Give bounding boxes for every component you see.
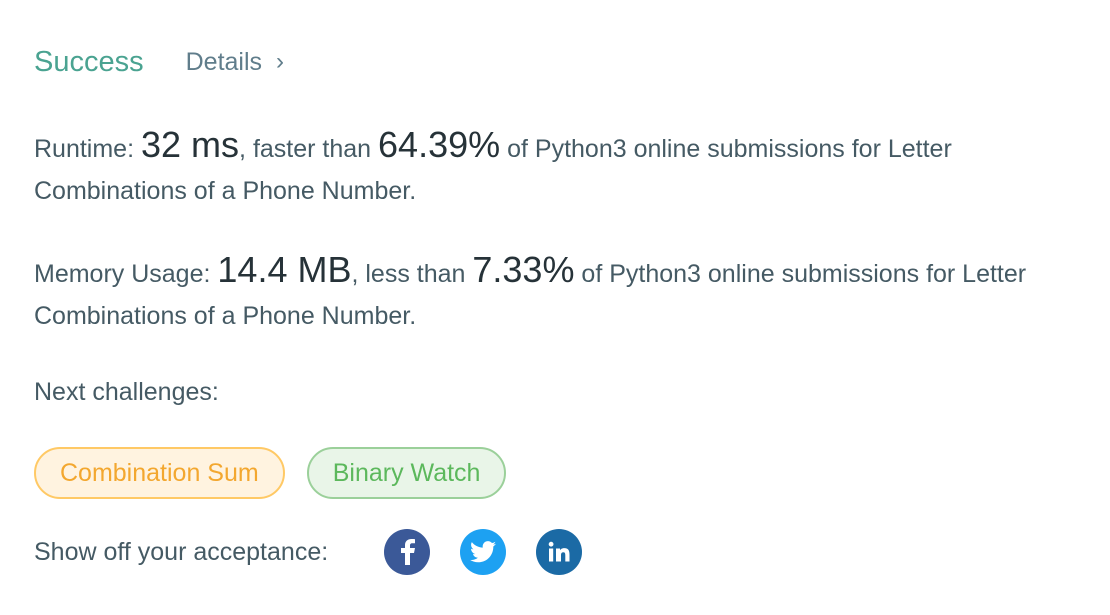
- status-label: Success: [34, 45, 144, 78]
- share-label: Show off your acceptance:: [34, 537, 329, 566]
- share-icons: [384, 529, 583, 575]
- runtime-label: Runtime:: [34, 135, 135, 163]
- challenge-chip-binary-watch[interactable]: Binary Watch: [306, 447, 507, 499]
- runtime-summary: Runtime: 32 ms, faster than 64.39% of Py…: [34, 124, 1084, 212]
- runtime-percentile: 64.39%: [378, 124, 501, 165]
- linkedin-icon[interactable]: [536, 529, 583, 575]
- result-header: Success Details ›: [34, 40, 284, 84]
- memory-label: Memory Usage:: [34, 260, 211, 288]
- memory-percentile: 7.33%: [472, 249, 575, 290]
- facebook-icon[interactable]: [384, 529, 431, 575]
- submission-result-panel: Success Details › Runtime: 32 ms, faster…: [0, 0, 1110, 615]
- share-row: Show off your acceptance:: [34, 529, 583, 575]
- chevron-right-icon: ›: [276, 48, 285, 75]
- runtime-value: 32 ms: [141, 124, 240, 165]
- next-challenges-label: Next challenges:: [34, 378, 219, 406]
- memory-value: 14.4 MB: [217, 249, 352, 290]
- twitter-icon[interactable]: [460, 529, 507, 575]
- details-label: Details: [185, 47, 263, 76]
- runtime-comparator: , faster than: [239, 135, 372, 163]
- next-challenges-list: Combination Sum Binary Watch: [34, 447, 507, 499]
- memory-summary: Memory Usage: 14.4 MB, less than 7.33% o…: [34, 249, 1084, 337]
- challenge-chip-combination-sum[interactable]: Combination Sum: [34, 447, 285, 499]
- memory-comparator: , less than: [351, 260, 466, 288]
- details-link[interactable]: Details ›: [186, 48, 284, 77]
